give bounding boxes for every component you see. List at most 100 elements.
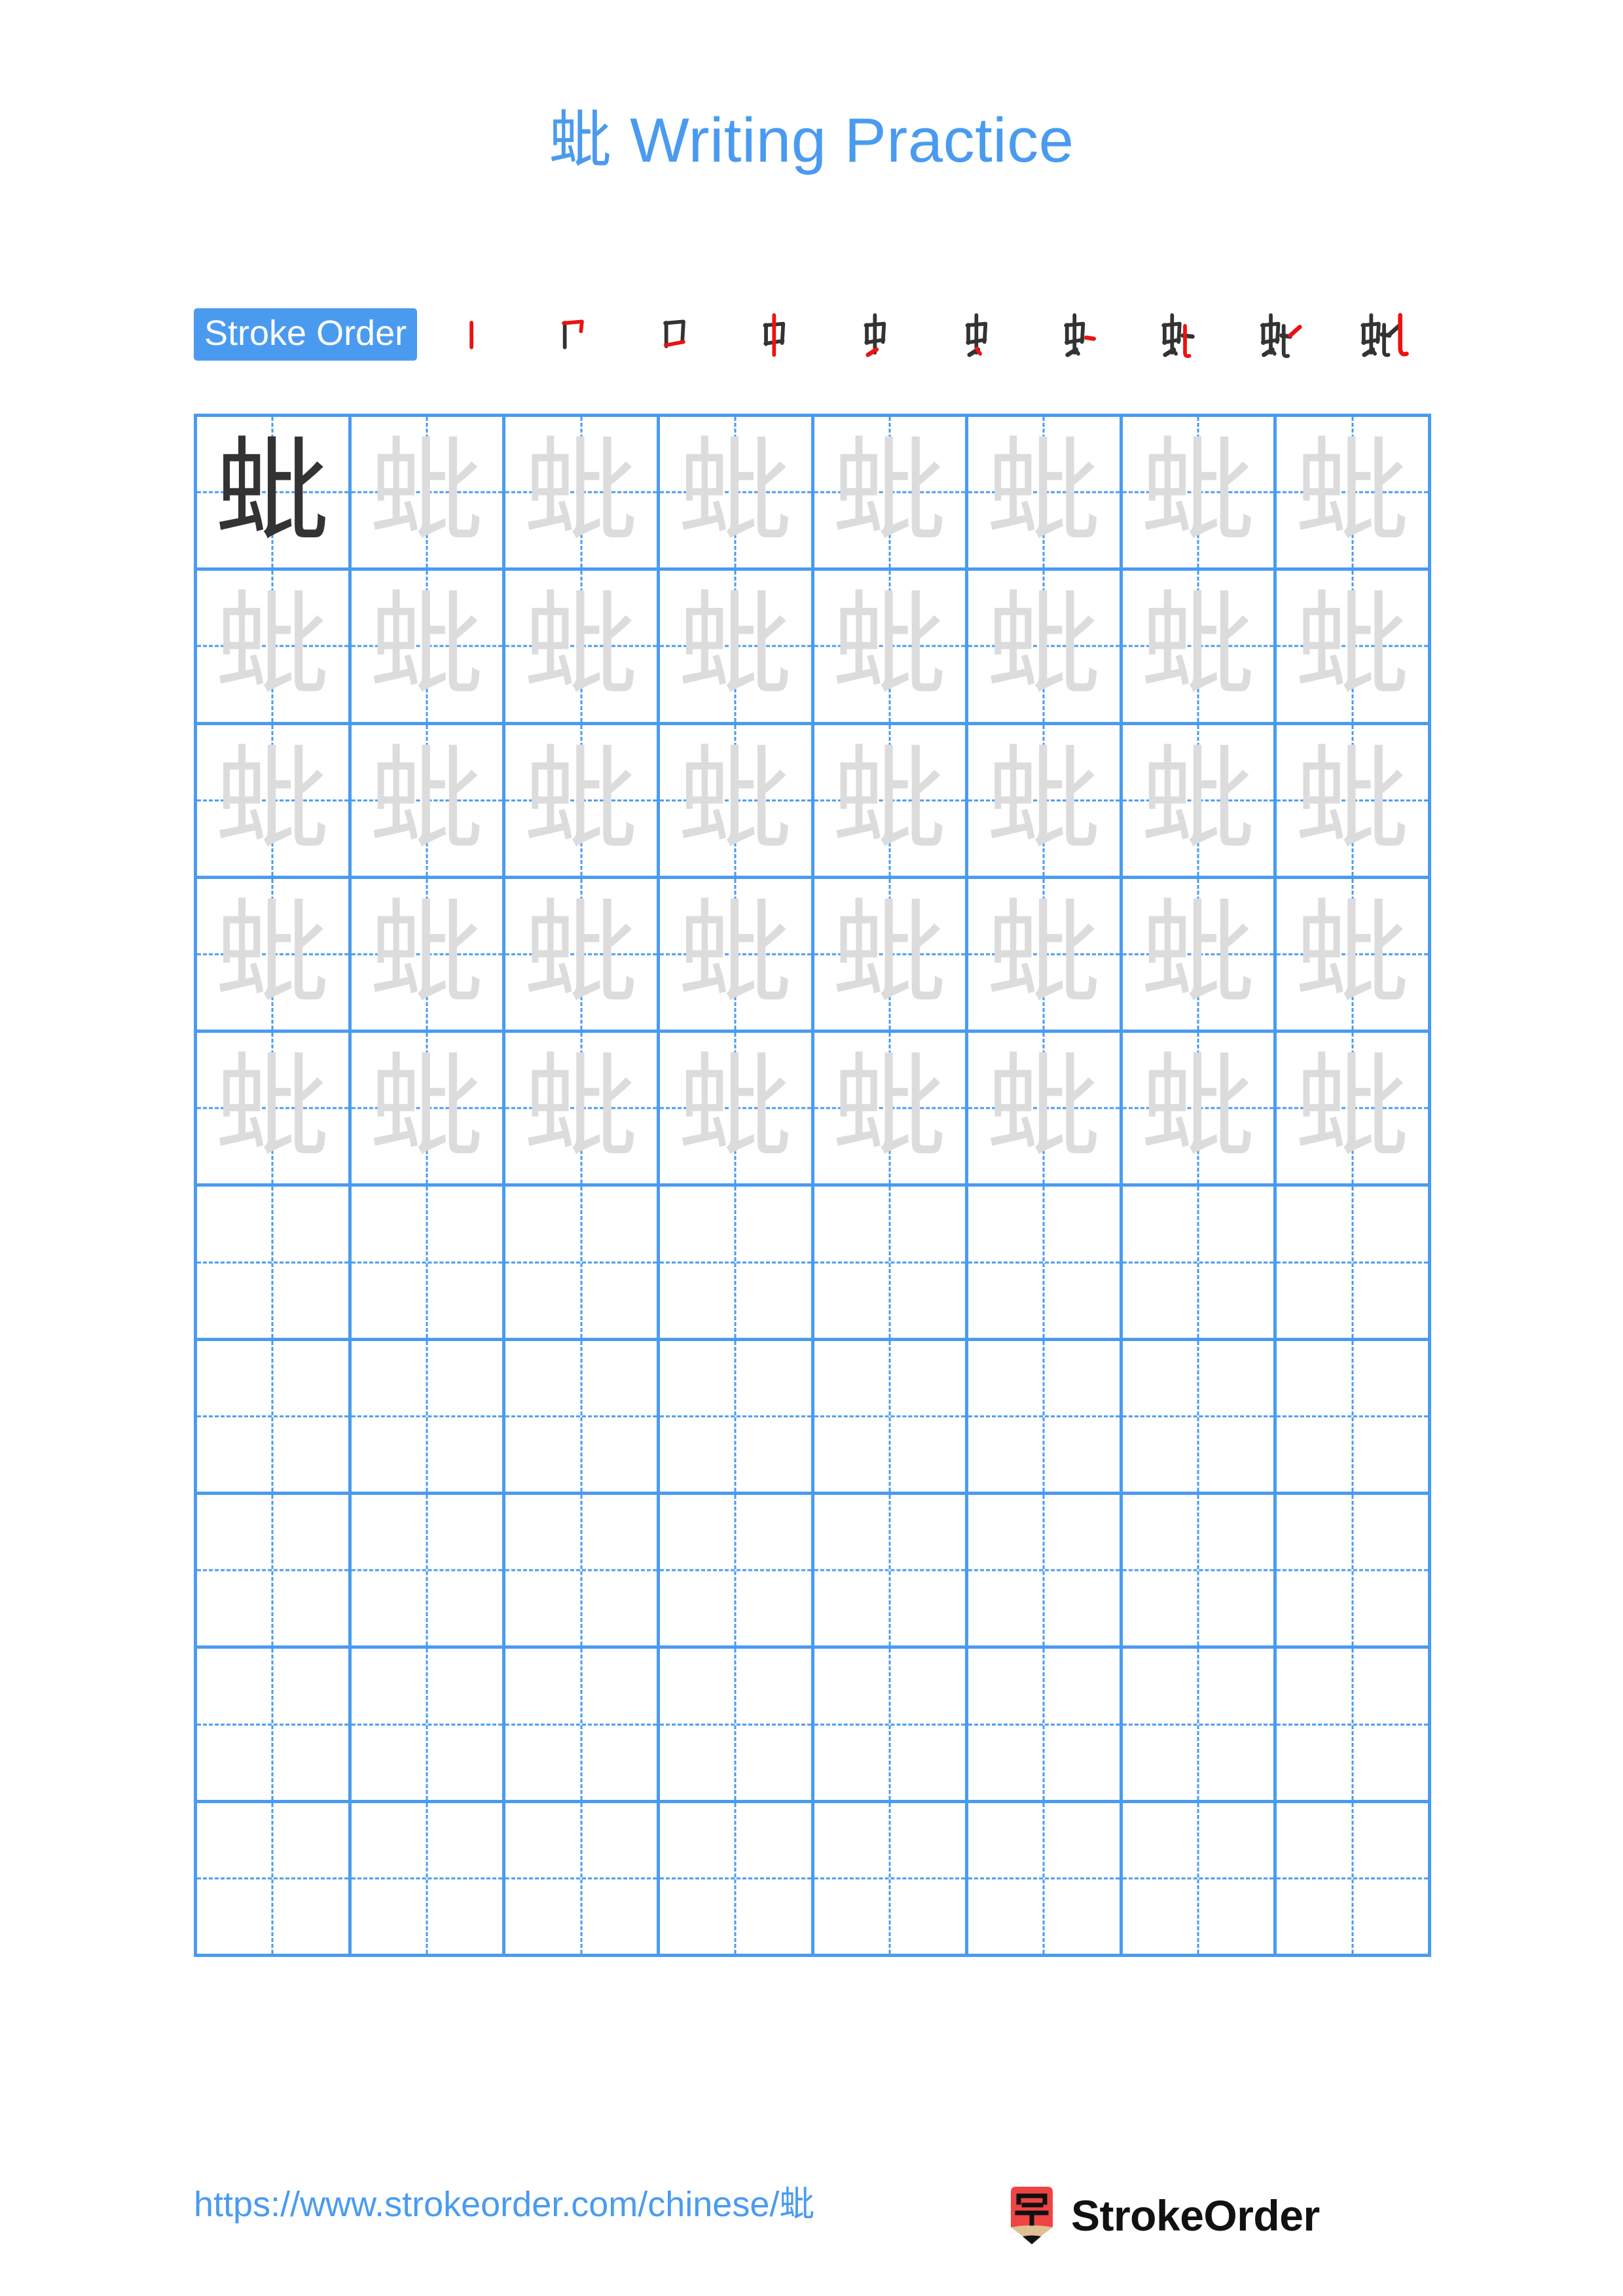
grid-cell[interactable]: 蚍	[197, 1033, 352, 1184]
trace-character: 蚍	[524, 425, 639, 559]
grid-cell[interactable]: 蚍	[814, 725, 969, 876]
grid-cell[interactable]: 蚍	[505, 417, 660, 568]
grid-cell[interactable]: 蚍	[352, 725, 506, 876]
grid-cell-empty[interactable]	[968, 1187, 1123, 1338]
grid-cell-empty[interactable]	[1123, 1803, 1277, 1954]
stroke-step-2	[522, 308, 623, 361]
grid-cell-empty[interactable]	[197, 1803, 352, 1954]
grid-cell-empty[interactable]	[660, 1495, 814, 1646]
stroke-step-6-glyph	[965, 313, 987, 357]
grid-cell[interactable]: 蚍	[968, 725, 1123, 876]
grid-cell-empty[interactable]	[352, 1187, 506, 1338]
grid-cell[interactable]: 蚍	[197, 725, 352, 876]
grid-cell[interactable]: 蚍	[814, 878, 969, 1030]
grid-cell-model[interactable]: 蚍	[197, 417, 352, 568]
grid-cell-empty[interactable]	[1123, 1340, 1277, 1492]
grid-cell-empty[interactable]	[1123, 1187, 1277, 1338]
trace-character: 蚍	[215, 1041, 330, 1175]
grid-cell-empty[interactable]	[660, 1649, 814, 1800]
grid-cell[interactable]: 蚍	[968, 1033, 1123, 1184]
stroke-step-3-glyph	[663, 319, 685, 348]
grid-cell-empty[interactable]	[1277, 1187, 1431, 1338]
practice-grid: 蚍 蚍 蚍 蚍 蚍 蚍 蚍 蚍 蚍 蚍 蚍 蚍 蚍 蚍 蚍 蚍 蚍 蚍 蚍 蚍 …	[194, 414, 1431, 1957]
grid-row: 蚍 蚍 蚍 蚍 蚍 蚍 蚍 蚍	[197, 725, 1431, 879]
grid-cell-empty[interactable]	[505, 1340, 660, 1492]
grid-cell-empty[interactable]	[352, 1495, 506, 1646]
grid-cell[interactable]: 蚍	[968, 417, 1123, 568]
grid-cell-empty[interactable]	[505, 1495, 660, 1646]
grid-cell[interactable]: 蚍	[1123, 878, 1277, 1030]
grid-cell[interactable]: 蚍	[505, 725, 660, 876]
grid-cell[interactable]: 蚍	[814, 1033, 969, 1184]
grid-cell[interactable]: 蚍	[660, 725, 814, 876]
grid-cell[interactable]: 蚍	[814, 417, 969, 568]
grid-cell[interactable]: 蚍	[505, 878, 660, 1030]
grid-cell[interactable]: 蚍	[660, 417, 814, 568]
trace-character: 蚍	[524, 1041, 639, 1175]
grid-cell-empty[interactable]	[197, 1649, 352, 1800]
grid-cell[interactable]: 蚍	[1277, 1033, 1431, 1184]
footer-url-link[interactable]: https://www.strokeorder.com/chinese/蚍	[194, 2183, 814, 2226]
grid-cell-empty[interactable]	[505, 1649, 660, 1800]
grid-row	[197, 1187, 1431, 1341]
trace-character: 蚍	[1295, 734, 1410, 867]
grid-cell[interactable]: 蚍	[1277, 878, 1431, 1030]
trace-character: 蚍	[524, 579, 639, 713]
grid-cell-empty[interactable]	[352, 1803, 506, 1954]
grid-row: 蚍 蚍 蚍 蚍 蚍 蚍 蚍 蚍	[197, 417, 1431, 571]
grid-cell[interactable]: 蚍	[352, 878, 506, 1030]
grid-cell[interactable]: 蚍	[814, 571, 969, 722]
grid-cell-empty[interactable]	[1123, 1495, 1277, 1646]
grid-cell-empty[interactable]	[505, 1187, 660, 1338]
grid-cell-empty[interactable]	[1277, 1340, 1431, 1492]
grid-cell-empty[interactable]	[197, 1495, 352, 1646]
grid-cell[interactable]: 蚍	[1277, 571, 1431, 722]
grid-cell-empty[interactable]	[814, 1187, 969, 1338]
grid-cell-empty[interactable]	[505, 1803, 660, 1954]
grid-cell-empty[interactable]	[197, 1187, 352, 1338]
grid-cell-empty[interactable]	[814, 1803, 969, 1954]
grid-cell[interactable]: 蚍	[505, 1033, 660, 1184]
grid-cell[interactable]: 蚍	[660, 878, 814, 1030]
grid-cell[interactable]: 蚍	[197, 571, 352, 722]
grid-cell[interactable]: 蚍	[505, 571, 660, 722]
grid-cell-empty[interactable]	[1123, 1649, 1277, 1800]
grid-cell[interactable]: 蚍	[352, 1033, 506, 1184]
grid-cell-empty[interactable]	[814, 1649, 969, 1800]
grid-cell-empty[interactable]	[814, 1495, 969, 1646]
grid-cell[interactable]: 蚍	[197, 878, 352, 1030]
grid-cell-empty[interactable]	[352, 1649, 506, 1800]
grid-cell-empty[interactable]	[660, 1803, 814, 1954]
grid-cell-empty[interactable]	[1277, 1495, 1431, 1646]
grid-cell-empty[interactable]	[968, 1340, 1123, 1492]
grid-cell[interactable]: 蚍	[968, 878, 1123, 1030]
grid-cell[interactable]: 蚍	[1277, 417, 1431, 568]
grid-cell-empty[interactable]	[968, 1495, 1123, 1646]
brand-lockup[interactable]: StrokeOrder	[1008, 2179, 1320, 2251]
grid-cell-empty[interactable]	[197, 1340, 352, 1492]
grid-cell[interactable]: 蚍	[660, 1033, 814, 1184]
grid-cell-empty[interactable]	[968, 1649, 1123, 1800]
trace-character: 蚍	[215, 579, 330, 713]
grid-cell[interactable]: 蚍	[1123, 417, 1277, 568]
grid-cell[interactable]: 蚍	[1277, 725, 1431, 876]
grid-cell[interactable]: 蚍	[1123, 571, 1277, 722]
stroke-step-9-glyph	[1260, 313, 1303, 358]
grid-cell-empty[interactable]	[1277, 1649, 1431, 1800]
grid-cell-empty[interactable]	[660, 1187, 814, 1338]
grid-cell-empty[interactable]	[814, 1340, 969, 1492]
grid-cell-empty[interactable]	[660, 1340, 814, 1492]
trace-character: 蚍	[832, 1041, 947, 1175]
grid-cell-empty[interactable]	[352, 1340, 506, 1492]
grid-cell[interactable]: 蚍	[1123, 1033, 1277, 1184]
grid-cell[interactable]: 蚍	[352, 417, 506, 568]
trace-character: 蚍	[215, 888, 330, 1021]
grid-cell[interactable]: 蚍	[968, 571, 1123, 722]
grid-cell-empty[interactable]	[1277, 1803, 1431, 1954]
grid-row	[197, 1495, 1431, 1649]
grid-cell-empty[interactable]	[968, 1803, 1123, 1954]
grid-cell[interactable]: 蚍	[352, 571, 506, 722]
stroke-step-10	[1330, 308, 1431, 361]
grid-cell[interactable]: 蚍	[1123, 725, 1277, 876]
grid-cell[interactable]: 蚍	[660, 571, 814, 722]
